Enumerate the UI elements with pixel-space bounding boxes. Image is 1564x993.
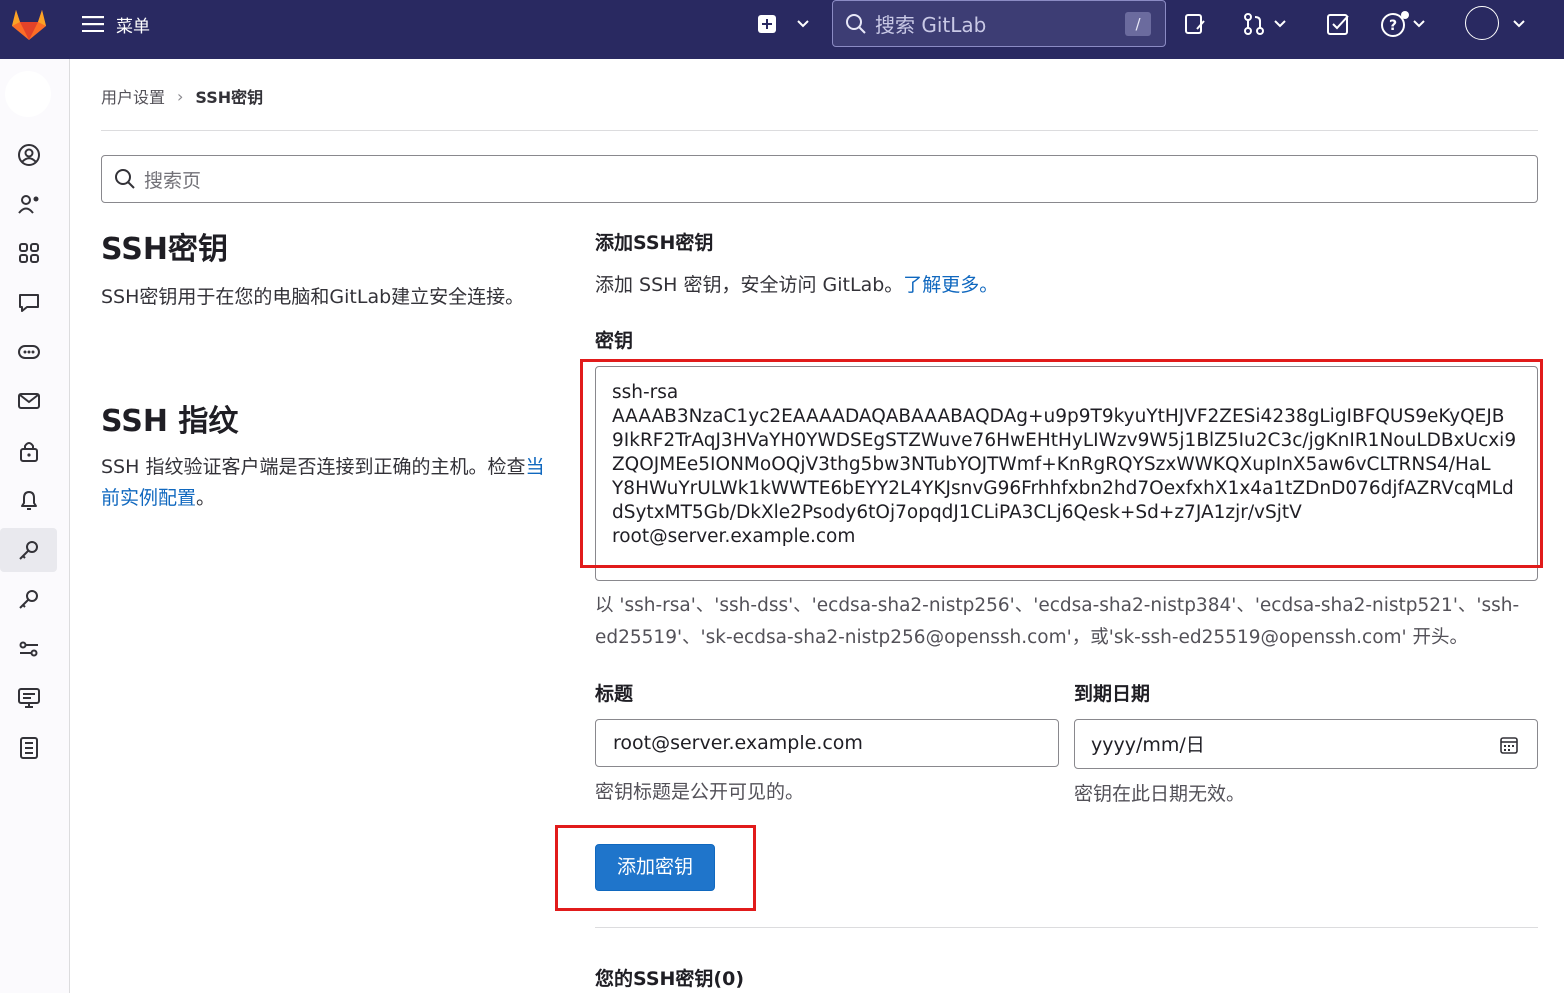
- log-list-icon: [19, 737, 38, 759]
- sidebar-item-account[interactable]: [0, 182, 57, 226]
- key-label: 密钥: [595, 330, 634, 352]
- ssh-keys-description: SSH密钥用于在您的电脑和GitLab建立安全连接。: [101, 286, 525, 308]
- ssh-key-textarea[interactable]: ssh-rsa AAAAB3NzaC1yc2EAAAADAQABAAABAQDA…: [595, 366, 1538, 581]
- chevron-down-icon: [1413, 20, 1425, 28]
- divider: [595, 927, 1538, 928]
- breadcrumb-chevron-icon: ›: [177, 86, 184, 106]
- divider: [101, 130, 1538, 131]
- add-ssh-key-heading: 添加SSH密钥: [595, 232, 714, 254]
- new-item-dropdown[interactable]: [758, 8, 810, 40]
- sidebar-item-access-tokens[interactable]: [0, 330, 57, 374]
- sidebar-item-gpg-keys[interactable]: [0, 577, 57, 621]
- sidebar-item-active-sessions[interactable]: [0, 676, 57, 720]
- breadcrumb: 用户设置 › SSH密钥: [101, 84, 263, 108]
- menu-label: 菜单: [116, 16, 150, 37]
- calendar-icon[interactable]: [1499, 735, 1519, 755]
- todo-checkbox-icon: [1327, 14, 1349, 35]
- search-placeholder: 搜索 GitLab: [875, 13, 987, 37]
- learn-more-link[interactable]: 了解更多。: [903, 274, 998, 296]
- chevron-down-icon: [797, 20, 809, 28]
- search-icon: [115, 169, 135, 189]
- issues-button[interactable]: [1184, 8, 1206, 40]
- search-shortcut-badge: /: [1125, 12, 1151, 36]
- key-line: dSytxMT5Gb/DkXle2Psody6tOj7opqdJ1CLiPA3C…: [612, 502, 1302, 523]
- breadcrumb-parent[interactable]: 用户设置: [101, 84, 165, 108]
- expiry-label: 到期日期: [1074, 683, 1151, 705]
- breadcrumb-current[interactable]: SSH密钥: [195, 84, 263, 108]
- issues-icon: [1185, 14, 1205, 34]
- applications-grid-icon: [18, 243, 39, 263]
- key-icon: [18, 541, 38, 560]
- expiry-placeholder: yyyy/mm/日: [1091, 734, 1205, 756]
- key-line: Y8HWuYrULWk1kWWTE6bEYY2L4YKJsnvG96Frhhfx…: [612, 478, 1514, 499]
- settings-sidebar: [0, 59, 70, 993]
- help-question-icon: ?: [1381, 11, 1409, 37]
- plus-square-icon: [758, 15, 776, 33]
- key-line: ssh-rsa: [612, 382, 679, 403]
- gitlab-logo-icon[interactable]: [8, 4, 50, 44]
- sidebar-item-ssh-keys[interactable]: [0, 528, 57, 572]
- chevron-down-icon: [1513, 20, 1525, 28]
- sidebar-item-authentication-log[interactable]: [0, 726, 57, 770]
- fingerprints-text: SSH 指纹验证客户端是否连接到正确的主机。检查: [101, 456, 526, 478]
- todos-button[interactable]: [1326, 8, 1350, 40]
- key-icon: [18, 590, 38, 609]
- add-ssh-key-description: 添加 SSH 密钥，安全访问 GitLab。了解更多。: [595, 270, 998, 297]
- search-icon: [846, 13, 866, 34]
- menu-button[interactable]: 菜单: [82, 10, 150, 38]
- help-dropdown[interactable]: ?: [1380, 8, 1426, 40]
- top-navbar: 菜单 搜索 GitLab / ?: [0, 0, 1564, 59]
- sidebar-item-emails[interactable]: [0, 379, 57, 423]
- preferences-icon: [19, 641, 38, 657]
- key-line: 9IkRF2TrAqJ3HVaYH0YWDSEgSTZWuve76HwEHtHy…: [612, 430, 1517, 451]
- merge-request-icon: [1244, 13, 1264, 35]
- title-label: 标题: [595, 683, 634, 705]
- svg-text:?: ?: [1389, 18, 1397, 34]
- global-search-input[interactable]: 搜索 GitLab /: [832, 0, 1166, 47]
- hamburger-icon: [82, 16, 104, 32]
- bell-icon: [20, 491, 37, 510]
- sidebar-item-chat[interactable]: [0, 281, 57, 325]
- sidebar-item-password[interactable]: [0, 429, 57, 473]
- key-line: root@server.example.com: [612, 526, 856, 547]
- expiry-date-input[interactable]: yyyy/mm/日: [1074, 719, 1538, 769]
- user-avatar[interactable]: [1465, 6, 1499, 40]
- envelope-icon: [17, 393, 40, 409]
- fingerprints-end: 。: [196, 487, 216, 509]
- key-format-hint: 以 'ssh-rsa'、'ssh-dss'、'ecdsa-sha2-nistp2…: [595, 595, 1520, 648]
- title-help-text: 密钥标题是公开可见的。: [595, 781, 805, 803]
- key-line: ZQOJMEe5IONMoOQjV3thg5bw3NTubYOJTWmf+KnR…: [612, 454, 1491, 475]
- ssh-fingerprints-heading: SSH 指纹: [101, 404, 239, 439]
- user-settings-icon: [17, 195, 38, 214]
- settings-search-placeholder: 搜索页: [144, 169, 202, 192]
- key-line: AAAAB3NzaC1yc2EAAAADAQABAAABAQDAg+u9p9T9…: [612, 406, 1505, 427]
- sidebar-item-preferences[interactable]: [0, 627, 57, 671]
- merge-requests-dropdown[interactable]: [1243, 8, 1287, 40]
- monitor-icon: [17, 688, 40, 708]
- sidebar-avatar[interactable]: [5, 71, 51, 117]
- title-input[interactable]: root@server.example.com: [595, 719, 1059, 767]
- chevron-down-icon: [1274, 20, 1286, 28]
- ssh-fingerprints-description: SSH 指纹验证客户端是否连接到正确的主机。检查当前实例配置。: [101, 452, 551, 514]
- sidebar-item-profile[interactable]: [0, 133, 57, 177]
- user-menu-chevron[interactable]: [1508, 8, 1526, 40]
- user-circle-icon: [17, 144, 40, 166]
- token-icon: [17, 345, 40, 359]
- ssh-keys-heading: SSH密钥: [101, 232, 228, 267]
- sidebar-item-applications[interactable]: [0, 231, 57, 275]
- expiry-help-text: 密钥在此日期无效。: [1074, 783, 1246, 805]
- add-key-button[interactable]: 添加密钥: [595, 844, 715, 891]
- your-ssh-keys-heading: 您的SSH密钥(0): [595, 968, 745, 990]
- sidebar-item-notifications[interactable]: [0, 478, 57, 522]
- settings-search-input[interactable]: 搜索页: [101, 155, 1538, 203]
- comment-icon: [18, 294, 39, 312]
- add-ssh-key-text: 添加 SSH 密钥，安全访问 GitLab。: [595, 274, 904, 296]
- lock-icon: [19, 442, 38, 462]
